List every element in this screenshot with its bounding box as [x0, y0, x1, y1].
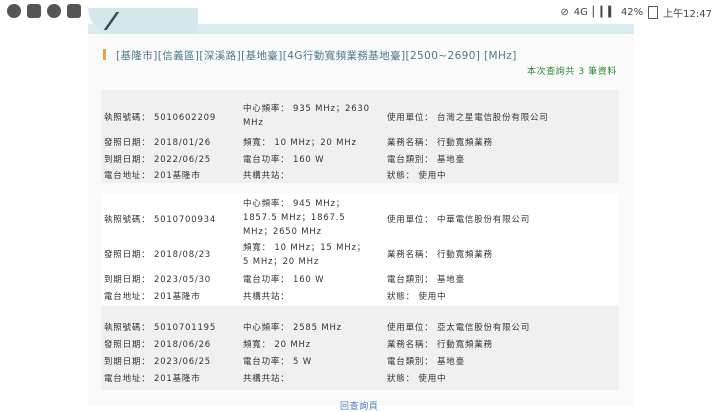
bandwidth: 頻寬： 20 MHz: [243, 340, 311, 350]
station-power: 電台功率： 160 W: [243, 275, 325, 285]
issue-date: 發照日期： 2018/08/23: [104, 250, 211, 260]
station-record: 執照號碼： 5010701195 中心頻率： 2585 MHz 使用單位： 亞太…: [101, 306, 619, 390]
license-number: 執照號碼： 5010701195: [104, 323, 217, 333]
center-frequency: 中心頻率： 2585 MHz: [243, 323, 342, 333]
station-address: 電台地址： 201基隆市: [104, 292, 201, 302]
co-location: 共構共站：: [243, 292, 290, 302]
station-status: 狀態： 使用中: [387, 292, 447, 302]
center-frequency: 中心頻率： 945 MHz； 1857.5 MHz；1867.5 MHz；265…: [243, 197, 345, 239]
battery-level: 42%: [620, 7, 644, 18]
station-status: 狀態： 使用中: [387, 171, 447, 181]
station-category: 電台類別： 基地臺: [387, 275, 465, 285]
expiry-date: 到期日期： 2022/06/25: [104, 155, 211, 165]
banner-decoration: [88, 8, 198, 34]
station-category: 電台類別： 基地臺: [387, 155, 465, 165]
operator: 使用單位： 亞太電信股份有限公司: [387, 323, 531, 333]
signal-icon: ▏▎▍: [592, 7, 616, 18]
co-location: 共構共站：: [243, 171, 290, 181]
operator: 使用單位： 台灣之星電信股份有限公司: [387, 113, 549, 123]
license-number: 執照號碼： 5010602209: [104, 113, 217, 123]
back-to-search-link[interactable]: 回查詢頁: [340, 399, 378, 412]
mute-icon: ⊘: [560, 7, 569, 18]
system-status: ⊘ 4G ▏▎▍ 42% 上午12:47: [560, 5, 712, 20]
service-name: 業務名稱： 行動寬頻業務: [387, 138, 493, 148]
instagram-icon: [67, 4, 81, 18]
search-criteria-text: [基隆市][信義區][深溪路][基地臺][4G行動寬頻業務基地臺][2500~2…: [116, 50, 517, 62]
frequency-line: 中心頻率： 935 MHz；2630: [243, 104, 370, 114]
co-location: 共構共站：: [243, 374, 290, 384]
station-power: 電台功率： 160 W: [243, 155, 325, 165]
result-count: 本次查詢共 3 筆資料: [526, 67, 617, 77]
operator: 使用單位： 中華電信股份有限公司: [387, 215, 531, 225]
criteria-marker-icon: [103, 49, 106, 60]
line-icon: [7, 4, 21, 18]
bandwidth: 頻寬： 10 MHz；15 MHz； 5 MHz；20 MHz: [243, 241, 366, 269]
expiry-date: 到期日期： 2023/06/25: [104, 357, 211, 367]
station-address: 電台地址： 201基隆市: [104, 374, 201, 384]
bandwidth-line: 頻寬： 10 MHz；15 MHz；: [243, 243, 367, 253]
service-name: 業務名稱： 行動寬頻業務: [387, 340, 493, 350]
service-name: 業務名稱： 行動寬頻業務: [387, 250, 493, 260]
issue-date: 發照日期： 2018/06/26: [104, 340, 211, 350]
station-record: 執照號碼： 5010602209 中心頻率： 935 MHz；2630 MHz …: [101, 90, 619, 183]
search-criteria: [基隆市][信義區][深溪路][基地臺][4G行動寬頻業務基地臺][2500~2…: [103, 48, 623, 63]
clock: 上午12:47: [663, 9, 712, 20]
station-status: 狀態： 使用中: [387, 374, 447, 384]
frequency-line: MHz: [243, 118, 264, 128]
center-frequency: 中心頻率： 935 MHz；2630 MHz: [243, 102, 370, 130]
expiry-date: 到期日期： 2023/05/30: [104, 275, 211, 285]
station-category: 電台類別： 基地臺: [387, 357, 465, 367]
station-address: 電台地址： 201基隆市: [104, 171, 201, 181]
issue-date: 發照日期： 2018/01/26: [104, 138, 211, 148]
frequency-line: 1857.5 MHz；1867.5: [243, 213, 346, 223]
station-power: 電台功率： 5 W: [243, 357, 312, 367]
bandwidth-line: 5 MHz；20 MHz: [243, 257, 320, 267]
leaf-icon: [47, 4, 61, 18]
bandwidth: 頻寬： 10 MHz；20 MHz: [243, 138, 357, 148]
station-record: 中心頻率： 945 MHz； 1857.5 MHz；1867.5 MHz；265…: [101, 193, 619, 304]
frequency-line: 中心頻率： 945 MHz；: [243, 199, 346, 209]
gallery-icon: [27, 4, 41, 18]
notification-icons: [7, 4, 95, 18]
license-number: 執照號碼： 5010700934: [104, 215, 217, 225]
network-type: 4G: [573, 7, 588, 18]
frequency-line: MHz；2650 MHz: [243, 227, 322, 237]
battery-icon: [648, 6, 659, 19]
